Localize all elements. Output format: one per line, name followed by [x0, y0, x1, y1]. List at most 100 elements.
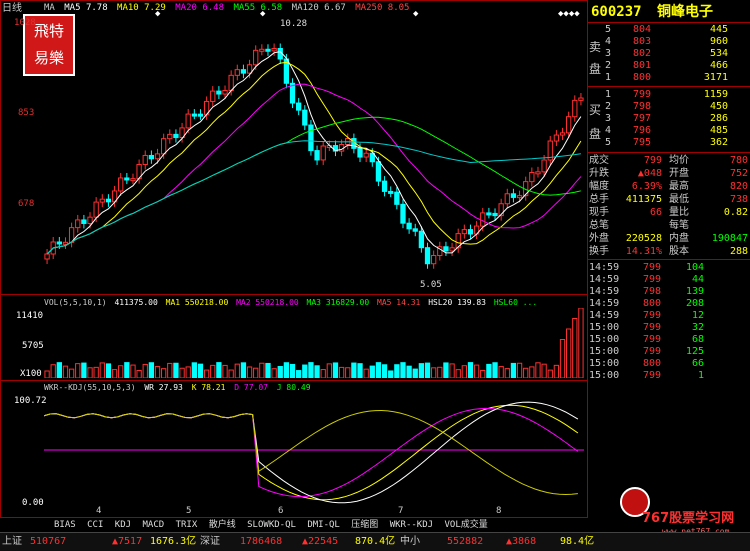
sell-order-row[interactable]: 4 803 960: [587, 36, 750, 48]
candle-body: [578, 97, 584, 101]
candle-body: [191, 113, 197, 117]
candle-body: [185, 113, 191, 129]
candle-body: [93, 201, 99, 218]
tick-volume: 32: [691, 322, 704, 333]
volume-bar: [381, 364, 388, 378]
stat-key: 总手: [589, 194, 609, 205]
sell-order-row[interactable]: 2 801 466: [587, 60, 750, 72]
candle-body: [486, 212, 492, 216]
stat-key: 每笔: [669, 220, 689, 231]
order-price: 795: [633, 137, 652, 148]
tab-retail[interactable]: 散户线: [209, 520, 236, 530]
divider: [587, 259, 750, 260]
tick-row[interactable]: 15:00 800 66: [587, 358, 750, 370]
sz-label[interactable]: 深证: [200, 533, 220, 551]
stat-row[interactable]: 幅度 6.39% 最高 820: [587, 181, 750, 193]
status-bar: 上证 510767 ▲7517 1676.3亿 深证 1786468 ▲2254…: [0, 532, 750, 551]
stat-value: ▲048: [637, 168, 662, 179]
order-level: 3: [605, 48, 612, 59]
volume-bar: [498, 366, 504, 378]
buy-order-row[interactable]: 3 797 286: [587, 113, 750, 125]
stat-row[interactable]: 总手 411375 最低 738: [587, 194, 750, 206]
tab-vol[interactable]: VOL成交量: [445, 520, 488, 530]
buy-order-row[interactable]: 2 798 450: [587, 101, 750, 113]
zx-amount: 98.4亿: [560, 536, 595, 547]
candle-body: [320, 145, 326, 161]
stat-row[interactable]: 升跌 ▲048 开盘 752: [587, 168, 750, 180]
volume-chart[interactable]: [44, 308, 584, 378]
stat-row[interactable]: 外盘 220528 内盘 190847: [587, 233, 750, 245]
tick-row[interactable]: 15:00 799 125: [587, 346, 750, 358]
volume-bar: [265, 362, 271, 378]
volume-bar: [437, 366, 443, 378]
tick-row[interactable]: 14:59 798 139: [587, 286, 750, 298]
tab-compress[interactable]: 压缩图: [351, 520, 378, 530]
candle-body: [388, 190, 394, 194]
stat-row[interactable]: 总笔 每笔: [587, 220, 750, 232]
tab-cci[interactable]: CCI: [87, 520, 103, 530]
buy-order-row[interactable]: 1 799 1159: [587, 89, 750, 101]
volume-bar: [553, 364, 560, 378]
candle-body: [142, 154, 148, 166]
candle-body: [259, 48, 265, 52]
tab-kdj[interactable]: KDJ: [115, 520, 131, 530]
vol-legend: VOL(5,5,10,1) 411375.00 MA1 550218.00 MA…: [44, 297, 537, 308]
stat-row[interactable]: 现手 66 量比 0.82: [587, 207, 750, 219]
tick-row[interactable]: 14:59 800 208: [587, 298, 750, 310]
tab-macd[interactable]: MACD: [142, 520, 164, 530]
kdj-line: [44, 409, 578, 496]
sell-order-row[interactable]: 1 800 3171: [587, 72, 750, 84]
sh-label[interactable]: 上证: [2, 533, 22, 551]
buy-order-row[interactable]: 5 795 362: [587, 137, 750, 149]
volume-bar: [308, 362, 314, 378]
tick-row[interactable]: 15:00 799 1: [587, 370, 750, 382]
tick-price: 799: [643, 370, 662, 381]
volume-bar: [161, 368, 167, 378]
tab-dmi[interactable]: DMI-QL: [307, 520, 340, 530]
candlestick-chart[interactable]: [44, 14, 584, 294]
tab-slowkd[interactable]: SLOWKD-QL: [247, 520, 296, 530]
tick-row[interactable]: 14:59 799 12: [587, 310, 750, 322]
volume-bar: [228, 369, 234, 378]
stat-row[interactable]: 成交 799 均价 780: [587, 155, 750, 167]
sell-order-row[interactable]: 3 802 534: [587, 48, 750, 60]
sell-order-row[interactable]: 5 804 445: [587, 24, 750, 36]
volume-bar: [234, 363, 240, 378]
stat-value: 6.39%: [631, 181, 662, 192]
order-level: 1: [605, 72, 612, 83]
stat-row[interactable]: 换手 14.31% 股本 288: [587, 246, 750, 258]
tab-trix[interactable]: TRIX: [176, 520, 198, 530]
kdj-chart[interactable]: [44, 395, 584, 505]
volume-bar: [240, 362, 247, 378]
divider: [587, 152, 750, 153]
high-label: 10.28: [280, 19, 308, 29]
candle-body: [492, 212, 498, 217]
candle-body: [400, 203, 406, 224]
date-axis-label: 4: [96, 506, 102, 516]
tick-row[interactable]: 15:00 799 32: [587, 322, 750, 334]
order-level: 5: [605, 24, 612, 35]
order-price: 798: [633, 101, 652, 112]
tab-wkr-kdj[interactable]: WKR--KDJ: [390, 520, 433, 530]
kdj-line: [44, 404, 579, 501]
tick-price: 800: [643, 358, 662, 369]
tick-time: 14:59: [589, 310, 620, 321]
tick-row[interactable]: 14:59 799 104: [587, 262, 750, 274]
volume-bar: [191, 362, 197, 378]
buy-order-row[interactable]: 4 796 485: [587, 125, 750, 137]
order-level: 2: [605, 101, 612, 112]
order-price: 800: [633, 72, 652, 83]
kdj-legend-item: WKR--KDJ(55,10,5,3): [44, 383, 136, 392]
candle-body: [81, 219, 87, 224]
candle-body: [357, 147, 363, 158]
order-volume: 534: [709, 48, 728, 59]
stat-key: 最低: [669, 194, 689, 205]
tab-bias[interactable]: BIAS: [54, 520, 76, 530]
zx-label[interactable]: 中小: [400, 533, 420, 551]
stat-value: 66: [649, 207, 662, 218]
tick-row[interactable]: 15:00 799 68: [587, 334, 750, 346]
vol-axis-label: 5705: [22, 341, 44, 351]
volume-bar: [56, 362, 62, 378]
vol-legend-item: HSL60 ...: [493, 298, 538, 307]
tick-row[interactable]: 14:59 799 44: [587, 274, 750, 286]
